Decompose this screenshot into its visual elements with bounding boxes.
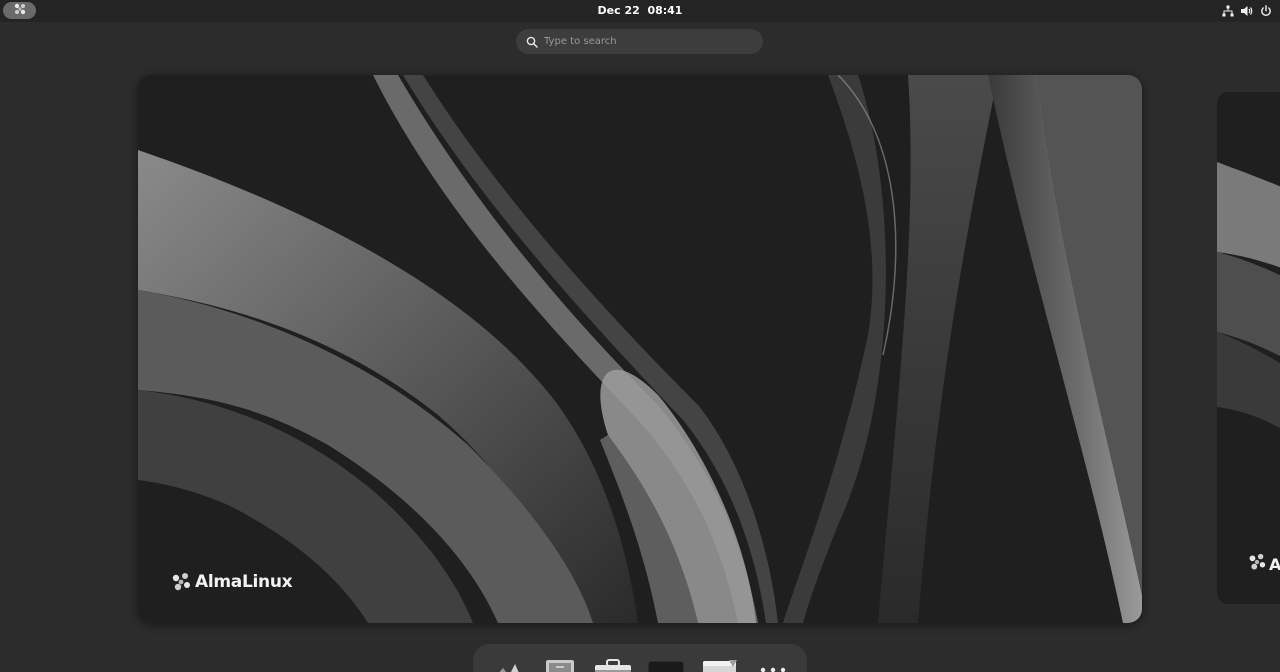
terminal-icon	[647, 658, 685, 672]
search-input[interactable]	[544, 36, 744, 47]
almalinux-apps-icon	[489, 658, 525, 672]
gnome-overview: Dec 22 08:41 Type to search AlmaLinux A	[0, 0, 1280, 672]
clock[interactable]: Dec 22 08:41	[590, 3, 690, 19]
brand-name-partial: A	[1269, 554, 1280, 574]
almalinux-logo-icon	[170, 571, 192, 593]
software-bag-icon	[594, 658, 632, 672]
dash-app-5[interactable]	[700, 658, 740, 672]
almalinux-brand-next: A	[1247, 552, 1280, 576]
file-manager-icon	[702, 658, 738, 672]
search-bar[interactable]	[516, 29, 763, 54]
dash-app-1[interactable]	[487, 658, 527, 672]
almalinux-logo-icon	[1247, 552, 1267, 576]
dash-app-6[interactable]	[753, 658, 793, 672]
almalinux-brand: AlmaLinux	[170, 571, 293, 593]
workspace-thumbnail-next[interactable]: A	[1217, 92, 1280, 604]
wallpaper-next	[1217, 92, 1280, 604]
dash-app-2[interactable]	[540, 658, 580, 672]
almalinux-logo-icon	[13, 1, 27, 20]
dash-app-4[interactable]	[646, 658, 686, 672]
show-apps-grid-icon	[758, 658, 788, 672]
network-wired-icon[interactable]	[1221, 5, 1234, 18]
brand-name: AlmaLinux	[195, 572, 293, 592]
dash-app-3[interactable]	[593, 658, 633, 672]
workspace-thumbnail[interactable]: AlmaLinux	[138, 75, 1142, 623]
dash	[473, 644, 807, 672]
top-bar: Dec 22 08:41	[0, 0, 1280, 22]
wallpaper	[138, 75, 1142, 623]
search-icon	[525, 35, 538, 48]
activities-button[interactable]	[3, 2, 36, 19]
system-tray[interactable]	[1221, 3, 1272, 19]
power-icon[interactable]	[1259, 5, 1272, 18]
text-editor-icon	[545, 658, 575, 672]
volume-icon[interactable]	[1240, 5, 1253, 18]
